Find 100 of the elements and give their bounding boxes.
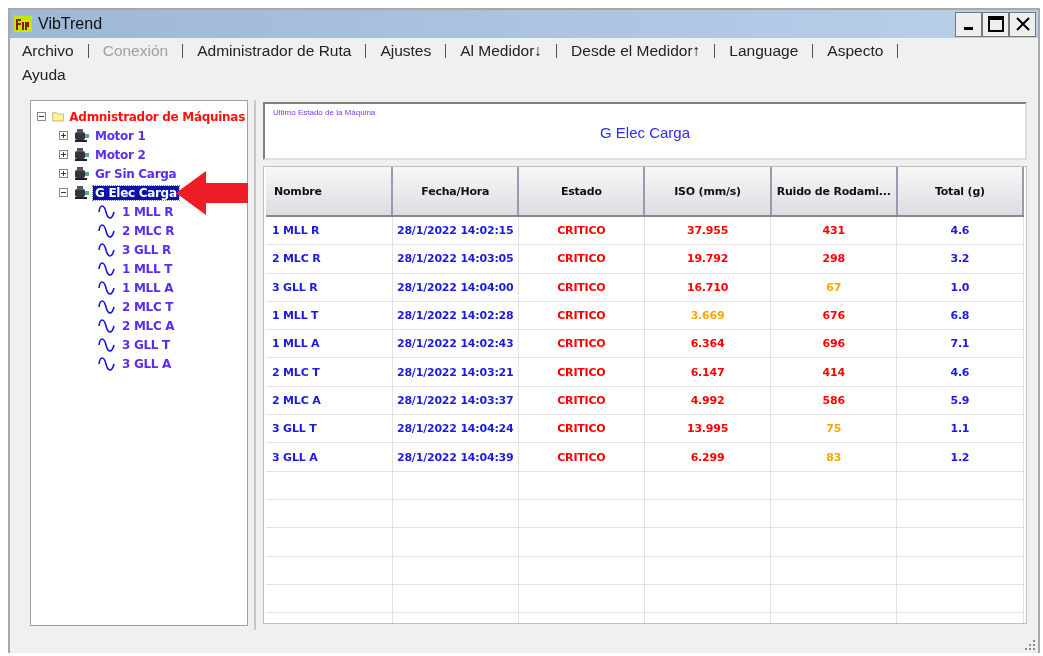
table-cell: 696 — [770, 329, 897, 358]
waveform-icon — [97, 221, 117, 240]
tree-item[interactable]: 1 MLL A — [120, 280, 176, 295]
table-cell: 676 — [770, 301, 897, 330]
expand-icon[interactable] — [59, 150, 68, 159]
table-cell: 67 — [770, 273, 897, 302]
waveform-icon — [97, 297, 117, 316]
table-cell: 3 GLL R — [266, 273, 393, 302]
tree-item[interactable]: 2 MLC A — [120, 318, 177, 333]
waveform-icon — [97, 259, 117, 278]
table-cell: 7.1 — [896, 329, 1023, 358]
table-cell: 431 — [770, 216, 897, 245]
menu-item[interactable]: Ajustes — [380, 42, 432, 59]
waveform-icon — [97, 240, 117, 259]
maximize-icon — [987, 16, 1004, 32]
menu-item[interactable]: Al Medidor↓ — [460, 42, 543, 59]
waveform-icon — [97, 354, 117, 373]
column-header[interactable]: Ruido de Rodami... — [770, 167, 897, 216]
table-cell: CRITICO — [518, 358, 645, 387]
table-cell: 6.147 — [644, 358, 771, 387]
table-cell: 28/1/2022 14:03:05 — [392, 244, 519, 274]
table-cell: 3 GLL T — [266, 414, 393, 443]
menu-item[interactable]: Ayuda — [22, 66, 66, 83]
menu-item[interactable]: Desde el Medidor↑ — [571, 42, 701, 59]
tree-item[interactable]: 3 GLL T — [120, 337, 172, 352]
table-cell: 5.9 — [896, 386, 1023, 415]
collapse-icon[interactable] — [59, 188, 68, 197]
table-cell: 28/1/2022 14:04:00 — [392, 273, 519, 302]
tree-item[interactable]: 3 GLL A — [120, 356, 174, 371]
table-cell: 4.6 — [896, 216, 1023, 245]
table-cell: 3.669 — [644, 301, 771, 330]
folder-icon — [52, 109, 65, 124]
table-cell: CRITICO — [518, 414, 645, 443]
tree-item[interactable]: Gr Sin Carga — [93, 166, 179, 181]
table-cell: 28/1/2022 14:03:37 — [392, 386, 519, 415]
tree-item[interactable]: G Elec Carga — [93, 185, 179, 200]
table-cell: 414 — [770, 358, 897, 387]
machine-name: G Elec Carga — [598, 124, 691, 141]
table-cell: 298 — [770, 244, 897, 274]
tree-item[interactable]: Motor 2 — [93, 147, 148, 162]
expand-icon[interactable] — [59, 169, 68, 178]
table-cell: 16.710 — [644, 273, 771, 302]
machine-icon — [74, 185, 90, 200]
table-cell: 586 — [770, 386, 897, 415]
table-cell: 3 GLL A — [266, 442, 393, 472]
column-header[interactable]: ISO (mm/s) — [644, 167, 771, 216]
tree-item[interactable]: 2 MLC T — [120, 299, 176, 314]
table-cell: 6.364 — [644, 329, 771, 358]
maximize-button[interactable] — [982, 11, 1009, 37]
waveform-icon — [97, 278, 117, 297]
table-cell: 37.955 — [644, 216, 771, 245]
column-header[interactable]: Estado — [518, 167, 645, 216]
tree-item[interactable]: 3 GLL R — [120, 242, 173, 257]
window-title: VibTrend — [38, 15, 104, 33]
table-cell: 4.992 — [644, 386, 771, 415]
table-cell: 13.995 — [644, 414, 771, 443]
expand-icon[interactable] — [59, 131, 68, 140]
table-cell: CRITICO — [518, 329, 645, 358]
close-button[interactable] — [1009, 11, 1036, 37]
waveform-icon — [97, 202, 117, 221]
table-cell: 1.0 — [896, 273, 1023, 302]
tree-item[interactable]: 2 MLC R — [120, 223, 177, 238]
table-cell: 1.2 — [896, 442, 1023, 472]
menu-item[interactable]: Archivo — [22, 42, 74, 59]
waveform-icon — [97, 316, 117, 335]
table-cell: 3.2 — [896, 244, 1023, 274]
table-cell: 83 — [770, 442, 897, 472]
tree-item[interactable]: 1 MLL R — [120, 204, 176, 219]
column-header[interactable]: Fecha/Hora — [392, 167, 519, 216]
table-cell: 6.8 — [896, 301, 1023, 330]
table-cell: CRITICO — [518, 386, 645, 415]
tree-item[interactable]: Motor 1 — [93, 128, 148, 143]
table-cell: CRITICO — [518, 442, 645, 472]
menu-item[interactable]: Administrador de Ruta — [197, 42, 352, 59]
table-cell: 19.792 — [644, 244, 771, 274]
panel-caption: Ultimo Estado de la Máquina — [273, 108, 376, 117]
tree-item[interactable]: Admnistrador de Máquinas — [67, 109, 247, 124]
resize-grip-icon[interactable] — [1025, 640, 1035, 650]
machine-icon — [74, 147, 90, 162]
table-cell: 2 MLC A — [266, 386, 393, 415]
app-logo-icon — [14, 16, 32, 32]
column-header[interactable]: Total (g) — [896, 167, 1023, 216]
menu-item[interactable]: Language — [729, 42, 799, 59]
tree-item[interactable]: 1 MLL T — [120, 261, 175, 276]
table-cell: 1 MLL T — [266, 301, 393, 330]
menu-item[interactable]: Aspecto — [827, 42, 884, 59]
table-cell: 28/1/2022 14:04:24 — [392, 414, 519, 443]
waveform-icon — [97, 335, 117, 354]
machine-icon — [74, 128, 90, 143]
collapse-icon[interactable] — [37, 112, 46, 121]
minimize-icon — [964, 26, 973, 30]
minimize-button[interactable] — [955, 11, 982, 37]
table-cell: 6.299 — [644, 442, 771, 472]
column-header[interactable]: Nombre — [266, 167, 393, 216]
table-cell: 1 MLL A — [266, 329, 393, 358]
table-cell: 1 MLL R — [266, 216, 393, 245]
table-cell: 28/1/2022 14:02:15 — [392, 216, 519, 245]
close-icon — [1014, 16, 1031, 32]
table-cell: CRITICO — [518, 273, 645, 302]
table-cell: 28/1/2022 14:03:21 — [392, 358, 519, 387]
